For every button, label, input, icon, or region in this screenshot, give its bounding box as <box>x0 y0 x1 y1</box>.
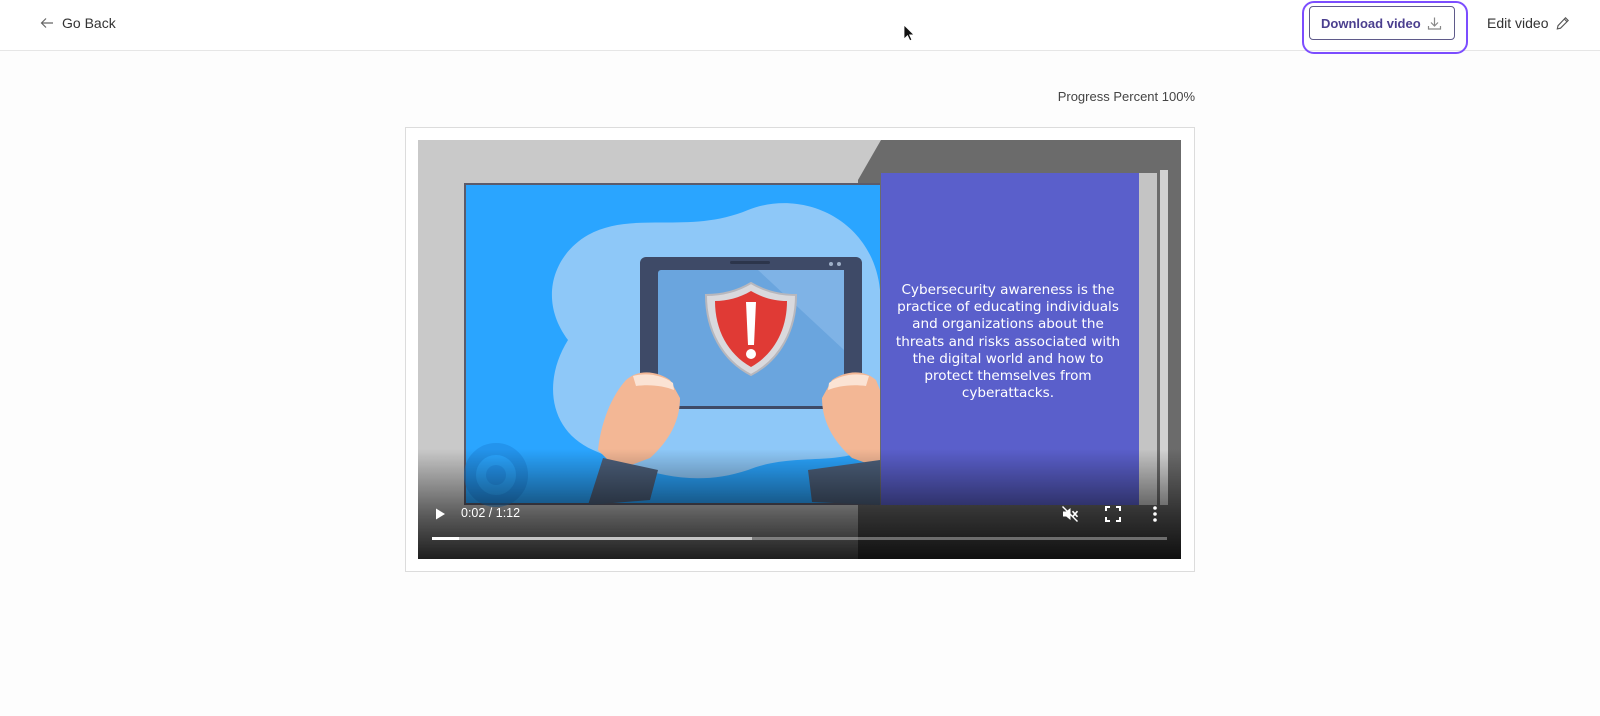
seek-bar-buffered <box>432 537 753 540</box>
seek-bar-played <box>432 537 460 540</box>
edit-video-label: Edit video <box>1487 15 1549 31</box>
pencil-icon <box>1557 17 1570 30</box>
go-back-label: Go Back <box>62 15 116 31</box>
download-video-label: Download video <box>1321 15 1421 31</box>
progress-percent-text: Progress Percent 100% <box>1057 89 1195 104</box>
more-vertical-icon[interactable] <box>1149 505 1161 523</box>
arrow-left-icon <box>40 18 53 28</box>
time-display: 0:02 / 1:12 <box>461 506 521 520</box>
fullscreen-icon[interactable] <box>1104 505 1122 523</box>
controls-overlay <box>418 449 1181 559</box>
mouse-cursor-icon <box>903 24 915 42</box>
play-icon[interactable] <box>432 506 448 522</box>
go-back-link[interactable]: Go Back <box>40 12 116 34</box>
slide-caption: Cybersecurity awareness is the practice … <box>895 282 1121 402</box>
video-player[interactable]: Cybersecurity awareness is the practice … <box>418 140 1181 559</box>
seek-bar[interactable] <box>432 537 1167 540</box>
volume-muted-icon[interactable] <box>1061 505 1079 523</box>
edit-video-link[interactable]: Edit video <box>1487 12 1570 34</box>
download-icon <box>1427 17 1442 30</box>
top-bar: Go Back Download video Edit video <box>0 0 1600 54</box>
download-video-button[interactable]: Download video <box>1309 6 1455 40</box>
